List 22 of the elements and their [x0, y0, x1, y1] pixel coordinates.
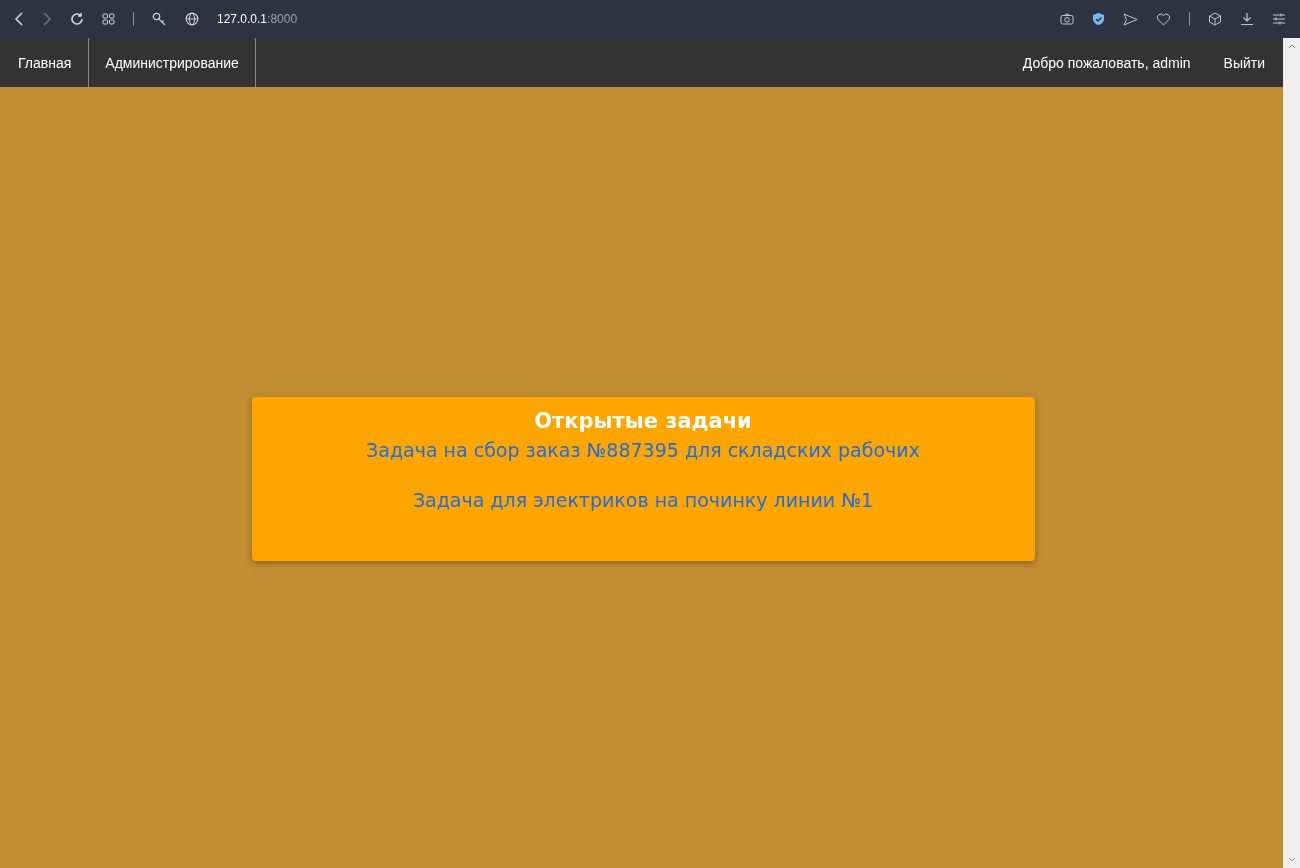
- nav-link[interactable]: Главная: [0, 38, 90, 87]
- globe-icon[interactable]: [185, 12, 199, 26]
- sliders-icon[interactable]: [1272, 13, 1286, 25]
- forward-icon[interactable]: [42, 12, 52, 26]
- address-bar[interactable]: 127.0.0.1:8000: [217, 12, 298, 26]
- heart-icon[interactable]: [1156, 12, 1171, 26]
- key-icon[interactable]: [152, 12, 167, 26]
- camera-icon[interactable]: [1060, 13, 1074, 25]
- welcome-text: Добро пожаловать, admin: [1022, 53, 1191, 73]
- scrollbar[interactable]: [1283, 38, 1300, 868]
- nav-link[interactable]: Администрирование: [89, 38, 256, 87]
- reload-icon[interactable]: [70, 12, 84, 26]
- shield-icon[interactable]: [1092, 12, 1105, 26]
- scroll-down-icon[interactable]: [1287, 857, 1296, 862]
- scroll-up-icon[interactable]: [1287, 44, 1296, 49]
- back-icon[interactable]: [14, 12, 24, 26]
- grid-icon[interactable]: [102, 13, 115, 25]
- logout-link[interactable]: Выйти: [1190, 38, 1283, 87]
- download-icon[interactable]: [1240, 12, 1254, 26]
- cube-icon[interactable]: [1208, 12, 1222, 26]
- send-icon[interactable]: [1123, 12, 1138, 26]
- card-title: Открытые задачи: [534, 408, 752, 433]
